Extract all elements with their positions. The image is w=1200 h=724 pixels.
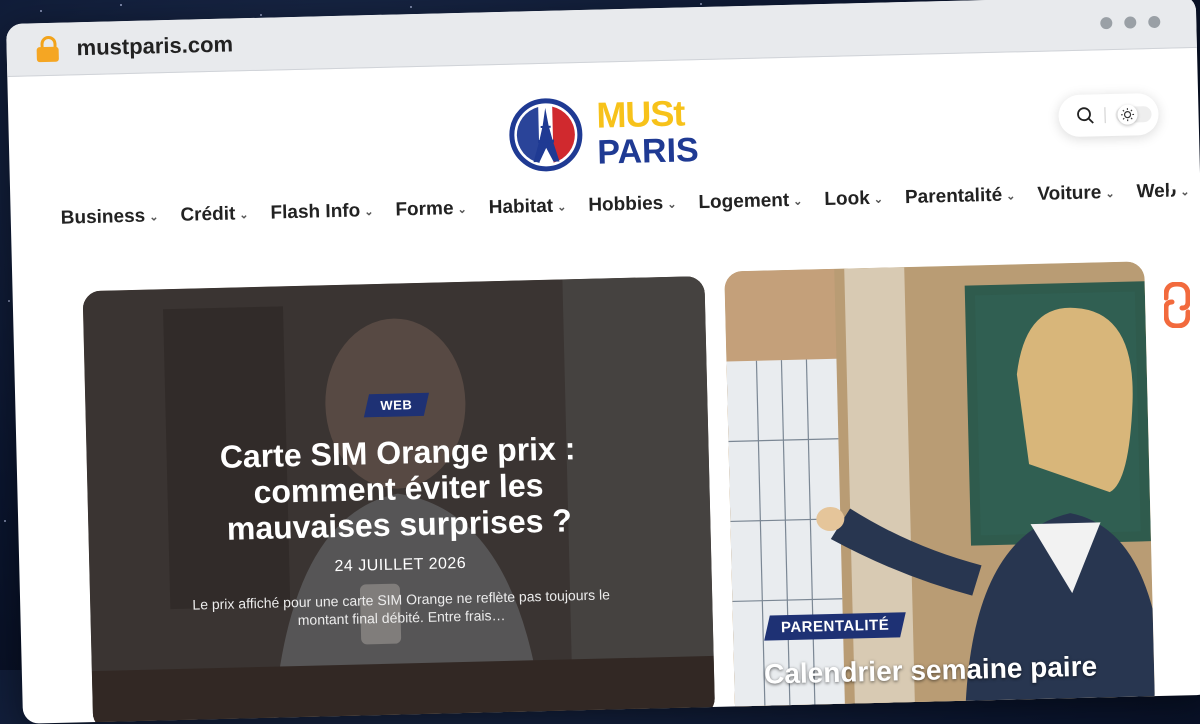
nav-item-label: Look — [824, 188, 870, 211]
nav-item-voiture[interactable]: Voiture⌄ — [1037, 182, 1115, 206]
chevron-down-icon: ⌄ — [667, 197, 677, 210]
nav-item-label: Flash Info — [270, 200, 360, 224]
nav-item-label: Business — [61, 206, 146, 230]
nav-item-label: Habitat — [488, 196, 553, 220]
guestpostlinks-watermark: GUESTPOSTLINKS — [1160, 56, 1194, 356]
chevron-down-icon: ⌄ — [874, 192, 884, 205]
nav-item-label: Hobbies — [588, 193, 663, 217]
address-bar[interactable]: mustparis.com — [76, 31, 233, 61]
main-navigation: Business⌄ Crédit⌄ Flash Info⌄ Forme⌄ Hab… — [61, 180, 1200, 230]
link-logo-icon — [1164, 282, 1190, 328]
nav-item-label: Crédit — [180, 203, 235, 226]
nav-item-credit[interactable]: Crédit ⌄ — [180, 203, 249, 227]
chevron-down-icon: ⌄ — [149, 210, 159, 223]
window-dot-icon[interactable] — [1100, 17, 1112, 29]
chevron-down-icon: ⌄ — [557, 200, 567, 213]
window-dot-icon[interactable] — [1124, 16, 1136, 28]
nav-item-business[interactable]: Business⌄ — [61, 205, 159, 229]
chevron-down-icon: ⌄ — [793, 194, 803, 207]
nav-item-flash-info[interactable]: Flash Info ⌄ — [270, 200, 373, 225]
nav-item-forme[interactable]: Forme⌄ — [395, 198, 467, 222]
featured-article-date: 24 JUILLET 2026 — [89, 549, 711, 582]
nav-item-hobbies[interactable]: Hobbies ⌄ — [588, 193, 677, 217]
divider — [1104, 107, 1105, 123]
window-dot-icon[interactable] — [1148, 16, 1160, 28]
site-logo[interactable]: MUSt PARIS — [508, 94, 699, 173]
chevron-down-icon: ⌄ — [457, 202, 467, 215]
chevron-down-icon: ⌄ — [1006, 189, 1016, 202]
nav-item-parentalite[interactable]: Parentalité⌄ — [905, 184, 1016, 209]
nav-item-look[interactable]: Look ⌄ — [824, 188, 883, 211]
category-badge[interactable]: PARENTALITÉ — [764, 612, 906, 640]
featured-article-card[interactable]: WEB Carte SIM Orange prix : comment évit… — [83, 276, 716, 724]
search-icon[interactable] — [1076, 106, 1094, 124]
chevron-down-icon: ⌄ — [1105, 186, 1115, 199]
nav-item-label: Parentalité — [905, 185, 1003, 209]
nav-item-habitat[interactable]: Habitat ⌄ — [488, 195, 566, 219]
browser-window: mustparis.com MUSt PARIS — [6, 0, 1200, 724]
logo-text-must: MUSt — [596, 95, 698, 133]
sun-icon — [1120, 107, 1134, 121]
nav-item-logement[interactable]: Logement ⌄ — [698, 190, 803, 215]
eiffel-tower-logo-icon — [508, 97, 584, 173]
logo-text-paris: PARIS — [597, 133, 699, 169]
nav-item-label: Logement — [698, 190, 789, 214]
window-controls — [1100, 16, 1160, 29]
nav-item-label: Forme — [395, 198, 454, 221]
category-badge[interactable]: WEB — [364, 393, 429, 418]
header-tools — [1058, 93, 1159, 137]
theme-toggle[interactable] — [1115, 106, 1151, 123]
watermark-text: GUESTPOSTLINKS — [1164, 56, 1190, 272]
featured-article-content: WEB Carte SIM Orange prix : comment évit… — [85, 386, 713, 634]
chevron-down-icon: ⌄ — [239, 208, 249, 221]
chevron-down-icon: ⌄ — [364, 205, 374, 218]
featured-article-title[interactable]: Carte SIM Orange prix : comment éviter l… — [197, 430, 600, 548]
nav-item-label: Voiture — [1037, 182, 1102, 206]
lock-icon — [36, 36, 59, 63]
web-page: MUSt PARIS — [7, 48, 1200, 717]
secondary-article-card[interactable]: PARENTALITÉ Calendrier semaine paire — [724, 261, 1155, 721]
